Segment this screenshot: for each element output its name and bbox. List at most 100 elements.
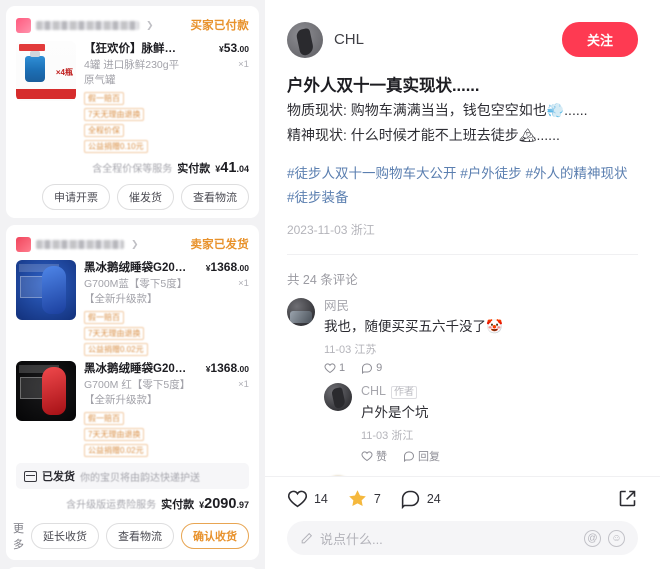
product-title: 黑冰鹅绒睡袋G200/G400...	[84, 262, 187, 274]
product-tag: 假一赔百	[84, 92, 124, 105]
paid-integer: 41	[220, 160, 237, 176]
product-row[interactable]: 黑冰鹅绒睡袋G200/G400... G700M蓝【零下5度】【全新升级款】 假…	[16, 260, 249, 356]
comment-author[interactable]: CHL 作者	[361, 383, 638, 401]
product-row[interactable]: ×4瓶 【狂欢价】脉鲜户外扁气罐... 4罐 进口脉鲜230g平原气罐 假一赔百…	[16, 41, 249, 153]
comment-item: 网民 我也，随便买买五六千没了🤡 11-03 江苏 1 9 CHL 作者 户外是…	[286, 298, 638, 476]
more-button[interactable]: 更多	[13, 520, 24, 552]
service-note: 含升级版运费险服务	[66, 500, 157, 511]
product-row[interactable]: 黑冰鹅绒睡袋G200/G400... G700M 红【零下5度】【全新升级款】 …	[16, 361, 249, 457]
shop-name-blurred	[36, 20, 139, 30]
product-price-block: ¥1368.00 ×1	[195, 361, 249, 457]
avatar[interactable]	[323, 383, 352, 411]
shipping-banner: 已发货 你的宝贝将由韵达快递护送	[16, 463, 249, 489]
product-price-block: ¥1368.00 ×1	[195, 260, 249, 356]
at-icon[interactable]: @	[584, 529, 601, 547]
comment-reply[interactable]: 9	[361, 362, 382, 374]
comment-input[interactable]: 说点什么...	[320, 529, 577, 548]
comment-count-label: 共 24 条评论	[286, 273, 358, 287]
payment-row: 含全程价保等服务 实付款 ¥41.04	[16, 160, 249, 176]
comment-count: 24	[426, 491, 441, 506]
spec-overlay	[20, 377, 44, 399]
like-count: 14	[313, 491, 328, 506]
order-list-panel[interactable]: ❯ 买家已付款 ×4瓶 【狂欢价】脉鲜户外扁气罐... 4罐 进口脉鲜230g平…	[0, 0, 265, 569]
product-tag: 7天无理由退换	[84, 108, 145, 121]
sleeping-bag-icon	[42, 367, 66, 415]
shop-row[interactable]: ❯ 卖家已发货	[16, 234, 249, 254]
author-name[interactable]: CHL	[334, 31, 551, 48]
paid-label: 实付款	[161, 499, 195, 511]
order-status-badge: 卖家已发货	[190, 239, 249, 251]
like-button[interactable]: 14	[287, 488, 328, 509]
thumbnail-banner	[16, 89, 76, 99]
reply-count: 9	[376, 362, 383, 374]
product-thumbnail[interactable]: ×4瓶	[16, 41, 76, 101]
product-title: 黑冰鹅绒睡袋G200/G400...	[84, 363, 187, 375]
avatar[interactable]	[286, 21, 323, 58]
product-spec: G700M蓝【零下5度】【全新升级款】	[84, 278, 183, 305]
price-integer: 1368	[210, 260, 238, 274]
product-tag: 7天无理由退换	[84, 428, 145, 441]
comment-body: CHL 作者 户外是个坑 11-03 浙江 赞 回复	[361, 383, 638, 464]
product-quantity: ×1	[238, 59, 249, 70]
chevron-right-icon: ❯	[146, 19, 154, 30]
comment-reply[interactable]: 回复	[403, 448, 440, 464]
spec-overlay	[20, 276, 44, 298]
comment-reply-item: CHL 作者 户外是个坑 11-03 浙江 赞 回复	[323, 383, 638, 468]
order-card[interactable]: ❯ 买家已付款 ×4瓶 【狂欢价】脉鲜户外扁气罐... 4罐 进口脉鲜230g平…	[6, 6, 259, 218]
page-title: 户外人双十一真实现状......	[286, 77, 480, 95]
product-thumbnail[interactable]	[16, 260, 76, 320]
hashtag-list[interactable]: #徒步人双十一购物车大公开 #户外徒步 #外人的精神现状 #徒步装备	[287, 162, 638, 210]
comment-text: 我也，随便买买五六千没了🤡	[323, 319, 503, 334]
order-status-badge: 买家已付款	[190, 20, 249, 32]
heart-icon	[287, 490, 307, 508]
note-timestamp: 2023-11-03 浙江	[286, 223, 375, 237]
product-tag: 7天无理由退换	[84, 327, 145, 340]
invoice-button[interactable]: 申请开票	[41, 184, 110, 210]
favorite-button[interactable]: 7	[347, 488, 381, 509]
product-spec: G700M 红【零下5度】【全新升级款】	[84, 379, 185, 406]
view-logistics-button[interactable]: 查看物流	[180, 184, 249, 210]
emoji-icon[interactable]: ☺	[608, 529, 625, 547]
product-tag: 公益捐赠0.10元	[84, 140, 148, 153]
note-content: CHL 关注 户外人双十一真实现状...... 物质现状: 购物车满满当当，钱包…	[265, 0, 660, 476]
pencil-icon	[301, 532, 313, 543]
confirm-receipt-button[interactable]: 确认收货	[180, 523, 249, 549]
product-price: ¥1368.00	[195, 260, 249, 274]
comment-bubble-icon	[401, 490, 419, 509]
price-integer: 53	[223, 41, 238, 55]
product-tags: 假一赔百 7天无理由退换 公益捐赠0.02元	[84, 412, 187, 457]
comment-input-bar[interactable]: 说点什么... @ ☺	[286, 521, 638, 555]
product-price: ¥1368.00	[195, 361, 249, 375]
paid-amount: ¥41.04	[215, 160, 249, 176]
service-note: 含全程价保等服务	[92, 164, 173, 175]
paid-label: 实付款	[177, 163, 211, 175]
product-tags: 假一赔百 7天无理由退换 公益捐赠0.02元	[84, 311, 187, 356]
price-decimal: .00	[237, 263, 249, 273]
comment-author[interactable]: 网民	[324, 298, 638, 315]
product-tag: 公益捐赠0.02元	[84, 343, 148, 356]
note-body-line: 精神现状: 什么时候才能不上班去徒步🏔......	[286, 127, 560, 143]
share-button[interactable]	[617, 488, 638, 509]
note-detail-panel: CHL 关注 户外人双十一真实现状...... 物质现状: 购物车满满当当，钱包…	[264, 0, 660, 569]
order-card[interactable]: ❯ 卖家已发货 黑冰鹅绒睡袋G200/G400... G700M蓝【零下5度】【…	[6, 225, 259, 560]
avatar[interactable]	[286, 298, 315, 326]
note-body-line: 物质现状: 购物车满满当当，钱包空空如也💨......	[286, 102, 588, 118]
comment-body: 网民 我也，随便买买五六千没了🤡 11-03 江苏 1 9 CHL 作者 户外是…	[323, 298, 638, 476]
paid-integer: 2090	[204, 496, 237, 512]
paid-amount: ¥2090.97	[199, 496, 249, 512]
comment-like[interactable]: 1	[324, 362, 345, 374]
shop-row[interactable]: ❯ 买家已付款	[16, 15, 249, 35]
shop-identity[interactable]: ❯	[16, 17, 154, 33]
payment-row: 含升级版运费险服务 实付款 ¥2090.97	[16, 496, 249, 512]
product-thumbnail[interactable]	[16, 361, 76, 421]
comment-button[interactable]: 24	[400, 488, 441, 509]
urge-shipment-button[interactable]: 催发货	[116, 184, 174, 210]
follow-button[interactable]: 关注	[561, 22, 638, 57]
view-logistics-button[interactable]: 查看物流	[105, 523, 174, 549]
product-tag: 公益捐赠0.02元	[84, 444, 148, 457]
extend-receipt-button[interactable]: 延长收货	[30, 523, 99, 549]
comment-like[interactable]: 赞	[361, 448, 387, 464]
price-decimal: .00	[237, 364, 249, 374]
share-icon	[619, 490, 636, 507]
shop-identity[interactable]: ❯	[16, 236, 139, 252]
